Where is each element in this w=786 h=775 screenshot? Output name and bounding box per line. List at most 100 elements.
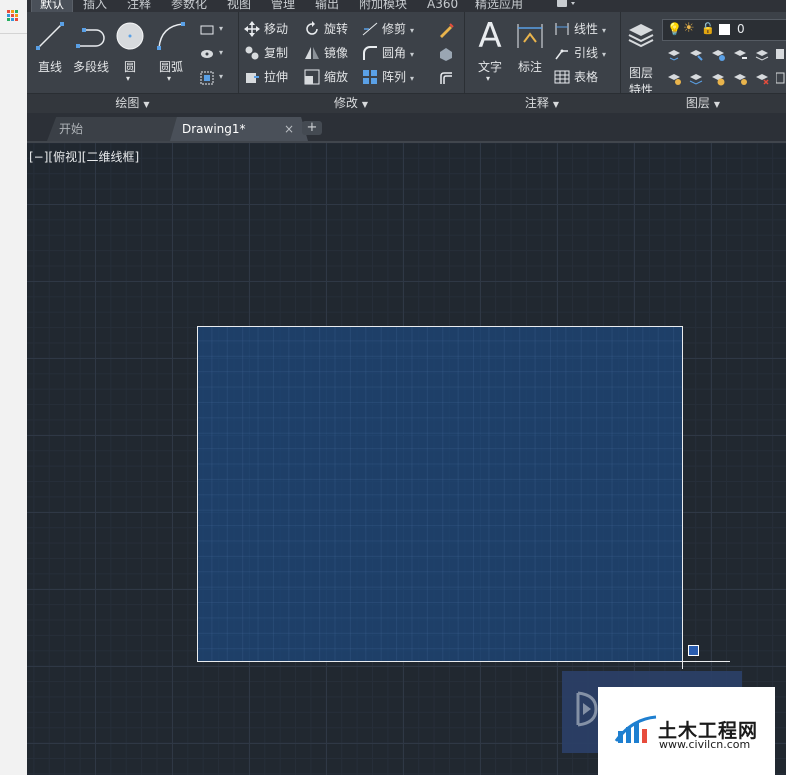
- arc-dropdown-icon[interactable]: ▾: [167, 74, 171, 83]
- circle-icon: [116, 22, 144, 50]
- new-tab-button[interactable]: +: [302, 121, 322, 135]
- viewport-controls[interactable]: [−][俯视][二维线框]: [29, 148, 139, 165]
- array-label: 阵列: [382, 70, 407, 84]
- rotate-button[interactable]: 旋转: [304, 19, 348, 39]
- rotate-icon: [306, 20, 318, 35]
- tab-addins[interactable]: 附加模块: [359, 0, 407, 12]
- arc-icon: [157, 22, 185, 50]
- layer-tool-11-icon[interactable]: [754, 70, 770, 86]
- rectangle-dropdown-icon[interactable]: ▾: [219, 24, 223, 33]
- apps-grid-icon[interactable]: [7, 10, 19, 22]
- mirror-label: 镜像: [324, 46, 349, 60]
- civilcn-logo-icon: [614, 715, 657, 743]
- leader-label: 引线: [574, 46, 599, 60]
- fillet-icon: [363, 45, 377, 60]
- arc-label: 圆弧: [158, 60, 183, 74]
- layer-tool-4-icon[interactable]: [732, 46, 748, 62]
- boundary-dropdown-icon[interactable]: ▾: [219, 72, 223, 81]
- panel-draw-title[interactable]: 绘图 ▼: [27, 93, 238, 113]
- rectangle-tool-icon[interactable]: [199, 22, 215, 38]
- fillet-button[interactable]: 圆角 ▾: [362, 43, 414, 63]
- selected-rectangle[interactable]: [197, 326, 683, 662]
- scale-button[interactable]: 缩放: [304, 67, 348, 87]
- layer-tool-1-icon[interactable]: [666, 46, 682, 62]
- table-label: 表格: [574, 70, 599, 84]
- dimension-label: 标注: [517, 60, 542, 74]
- leader-button[interactable]: 引线 ▾: [554, 43, 606, 63]
- copy-label: 复制: [264, 46, 289, 60]
- panel-annotation: A 文字 ▾ 标注 线性 ▾ 引线 ▾ 表格 注释 ▼: [464, 12, 621, 113]
- panel-annotation-title[interactable]: 注释 ▼: [464, 93, 620, 113]
- text-dropdown-icon[interactable]: ▾: [486, 74, 490, 83]
- chevron-down-icon: ▼: [361, 100, 369, 109]
- layer-props-label: 图层: [628, 66, 653, 80]
- layer-tool-10-icon[interactable]: [732, 70, 748, 86]
- tab-view[interactable]: 视图: [227, 0, 251, 12]
- polyline-icon: [76, 28, 105, 48]
- grip-handle[interactable]: [688, 645, 699, 656]
- explode-icon[interactable]: [438, 46, 454, 62]
- circle-dropdown-icon[interactable]: ▾: [126, 74, 130, 83]
- tab-output[interactable]: 输出: [315, 0, 339, 12]
- layer-tool-8-icon[interactable]: [688, 70, 704, 86]
- tab-insert[interactable]: 插入: [83, 0, 107, 12]
- tab-a360[interactable]: A360: [427, 0, 458, 12]
- move-icon: [244, 20, 260, 37]
- circle-label: 圆: [123, 60, 136, 74]
- watermark-logo: 土木工程网 www.civilcn.com: [598, 687, 775, 775]
- offset-icon[interactable]: [438, 70, 454, 86]
- table-icon: [554, 70, 570, 83]
- stretch-button[interactable]: 拉伸: [244, 67, 288, 87]
- stretch-icon: [246, 72, 259, 83]
- linear-dim-icon: [555, 22, 569, 35]
- layer-tool-2-icon[interactable]: [688, 46, 704, 62]
- leader-dropdown-icon[interactable]: ▾: [602, 50, 606, 59]
- layers-title-text: 图层: [685, 96, 710, 110]
- panel-modify: 移动 旋转 修剪 ▾ 复制 镜像 圆角 ▾ 拉伸 缩放 阵列 ▾ 修改 ▼: [238, 12, 465, 113]
- layer-tool-9-icon[interactable]: [710, 70, 726, 86]
- drawing-canvas[interactable]: [−][俯视][二维线框]: [27, 143, 786, 775]
- tab-drawing1[interactable]: Drawing1* ×: [170, 117, 308, 141]
- hatch-dropdown-icon[interactable]: ▾: [219, 48, 223, 57]
- tab-manage[interactable]: 管理: [271, 0, 295, 12]
- tab-parametric[interactable]: 参数化: [171, 0, 207, 12]
- array-dropdown-icon[interactable]: ▾: [410, 74, 414, 83]
- chevron-down-icon: ▼: [713, 100, 721, 109]
- table-button[interactable]: 表格: [554, 67, 598, 87]
- bulb-icon: 💡: [667, 22, 682, 36]
- copy-button[interactable]: 复制: [244, 43, 288, 63]
- layer-tool-6-icon[interactable]: [776, 46, 786, 62]
- tab-featured-apps[interactable]: 精选应用: [475, 0, 523, 12]
- panel-layers-title[interactable]: 图层 ▼: [620, 93, 786, 113]
- boundary-tool-icon[interactable]: [199, 70, 215, 86]
- hatch-tool-icon[interactable]: [199, 46, 215, 62]
- array-icon: [363, 69, 377, 84]
- trim-icon: [362, 22, 378, 35]
- layer-dropdown[interactable]: 💡 ☀ 🔓 0: [662, 19, 786, 41]
- linear-button[interactable]: 线性 ▾: [554, 19, 606, 39]
- layer-tool-3-icon[interactable]: [710, 46, 726, 62]
- trim-button[interactable]: 修剪 ▾: [362, 19, 414, 39]
- array-button[interactable]: 阵列 ▾: [362, 67, 414, 87]
- fillet-dropdown-icon[interactable]: ▾: [410, 50, 414, 59]
- unlock-icon: 🔓: [701, 22, 715, 35]
- color-swatch: [719, 24, 730, 35]
- layer-tool-12-icon[interactable]: [775, 70, 786, 86]
- sun-icon: ☀: [683, 21, 695, 36]
- tab-default[interactable]: 默认: [31, 0, 74, 12]
- layer-tool-5-icon[interactable]: [754, 46, 770, 62]
- linear-dropdown-icon[interactable]: ▾: [602, 26, 606, 35]
- layer-tool-7-icon[interactable]: [666, 70, 682, 86]
- scale-icon: [304, 69, 320, 84]
- tab-start-label: 开始: [59, 122, 84, 136]
- tab-more-icon[interactable]: [555, 0, 577, 12]
- line-label: 直线: [37, 60, 62, 74]
- trim-dropdown-icon[interactable]: ▾: [410, 26, 414, 35]
- panel-modify-title[interactable]: 修改 ▼: [238, 93, 464, 113]
- mirror-button[interactable]: 镜像: [304, 43, 348, 63]
- erase-icon[interactable]: [438, 22, 454, 38]
- tab-annotate[interactable]: 注释: [127, 0, 151, 12]
- move-button[interactable]: 移动: [244, 19, 288, 39]
- tab-drawing1-label: Drawing1*: [182, 122, 246, 136]
- close-icon[interactable]: ×: [284, 117, 294, 141]
